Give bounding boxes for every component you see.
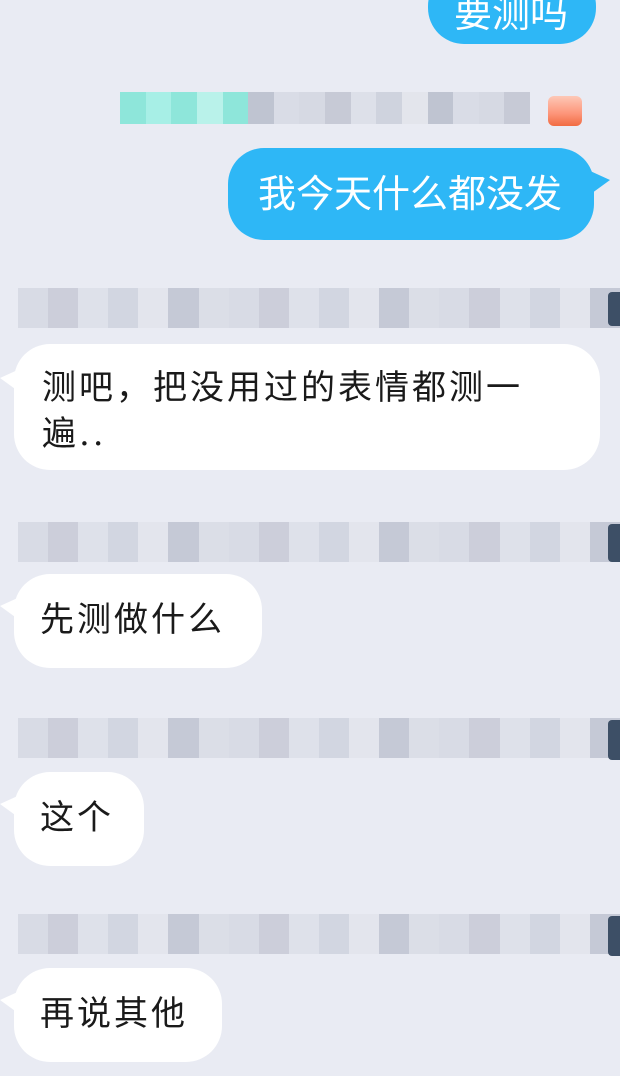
bubble-tail [0,596,22,622]
avatar[interactable] [608,916,620,956]
bubble-tail [0,368,22,394]
sender-name-blurred [18,522,620,562]
message-bubble-sent[interactable]: 我今天什么都没发 [228,148,594,240]
message-text: 要测吗 [454,0,569,36]
avatar[interactable] [608,720,620,760]
message-bubble-received[interactable]: 测吧，把没用过的表情都测一遍.. [14,344,600,470]
avatar[interactable] [608,524,620,562]
sender-name-blurred [120,92,530,124]
message-bubble-received[interactable]: 再说其他 [14,968,222,1062]
sender-name-blurred [18,914,620,954]
avatar[interactable] [608,292,620,326]
fire-icon [548,96,582,126]
message-text: 我今天什么都没发 [258,172,563,216]
bubble-tail [0,990,22,1016]
message-text: 测吧，把没用过的表情都测一遍.. [42,368,523,454]
message-text: 先测做什么 [40,600,225,640]
bubble-tail [588,170,610,196]
message-bubble-sent[interactable]: 要测吗 [428,0,596,44]
message-text: 这个 [40,798,114,838]
message-text: 再说其他 [40,994,188,1034]
sender-name-blurred [18,718,620,758]
sender-name-blurred [18,288,620,328]
message-bubble-received[interactable]: 先测做什么 [14,574,262,668]
bubble-tail [0,794,22,820]
message-bubble-received[interactable]: 这个 [14,772,144,866]
